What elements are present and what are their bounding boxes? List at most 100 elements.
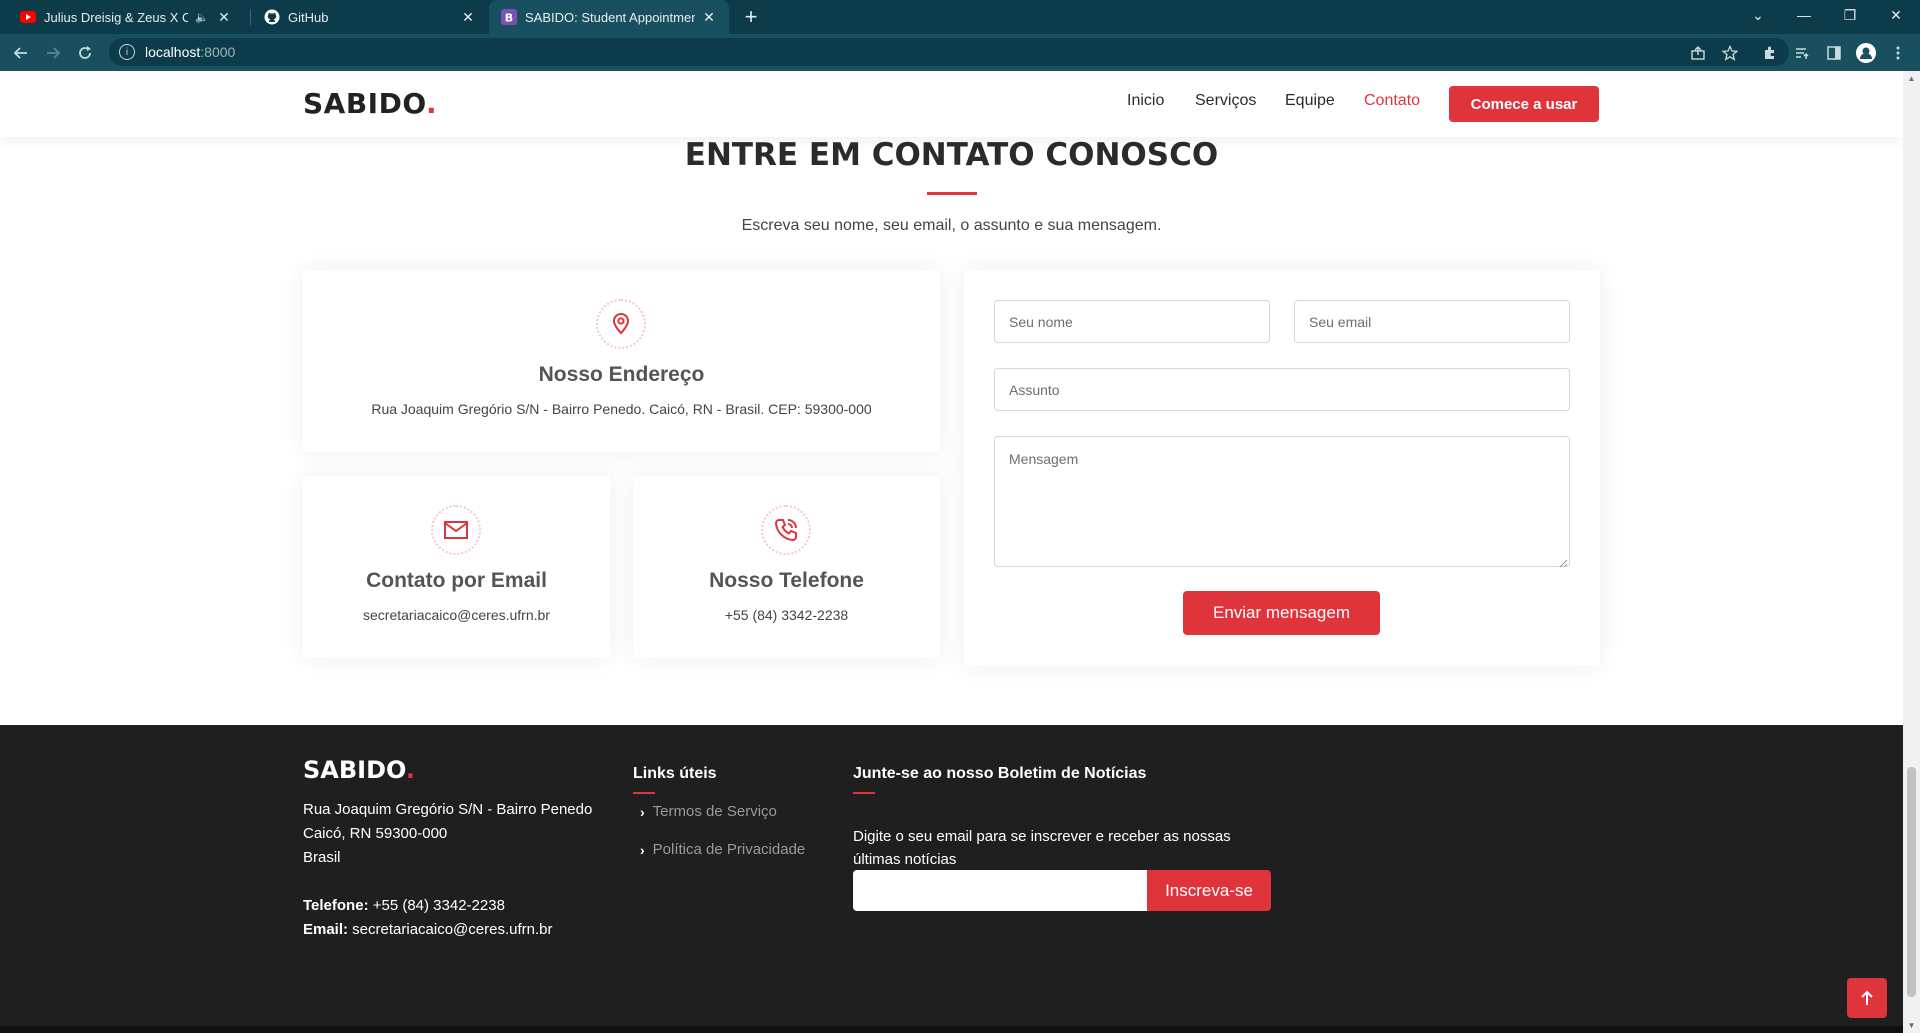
phone-title: Nosso Telefone <box>709 569 864 592</box>
address-title: Nosso Endereço <box>538 363 705 386</box>
phone-icon <box>761 505 811 555</box>
page-viewport: SABIDO. Inicio Serviços Equipe Contato C… <box>0 71 1903 1033</box>
restore-button[interactable]: ❐ <box>1827 0 1873 30</box>
reading-list-icon[interactable] <box>1788 39 1816 67</box>
subscribe-button[interactable]: Inscreva-se <box>1147 870 1271 911</box>
footer-link-label: Termos de Serviço <box>652 803 777 820</box>
footer-link-label: Política de Privacidade <box>652 841 806 858</box>
side-panel-icon[interactable] <box>1820 39 1848 67</box>
browser-tab-bar: Julius Dreisig & Zeus X Crona 🔈 ✕ GitHub… <box>0 0 1920 34</box>
browser-menu-icon[interactable] <box>1884 39 1912 67</box>
share-icon[interactable] <box>1684 39 1712 67</box>
address-card: Nosso Endereço Rua Joaquim Gregório S/N … <box>303 270 940 452</box>
scroll-up-arrow-icon[interactable]: ▲ <box>1907 74 1916 83</box>
new-tab-button[interactable]: + <box>737 3 765 31</box>
resize-handle-icon[interactable] <box>1558 555 1568 568</box>
logo-dot: . <box>426 87 438 120</box>
envelope-icon <box>431 505 481 555</box>
browser-tab-sabido[interactable]: B SABIDO: Student Appointment Bo ✕ <box>489 0 729 34</box>
tab-title: GitHub <box>288 9 329 25</box>
footer-email-value: secretariacaico@ceres.ufrn.br <box>348 921 553 938</box>
minimize-button[interactable]: — <box>1781 0 1827 30</box>
back-to-top-button[interactable] <box>1847 978 1887 1018</box>
footer-links-title: Links úteis <box>633 765 717 782</box>
close-tab-icon[interactable]: ✕ <box>460 9 476 25</box>
forward-icon[interactable] <box>39 39 67 67</box>
email-text[interactable]: secretariacaico@ceres.ufrn.br <box>303 607 610 623</box>
profile-avatar-icon[interactable] <box>1852 39 1880 67</box>
newsletter-text: Digite o seu email para se inscrever e r… <box>853 828 1231 868</box>
footer-email-label: Email: <box>303 921 349 938</box>
address-bar[interactable]: i localhost:8000 <box>109 38 1789 66</box>
footer-address-line-3: Brasil <box>303 849 341 866</box>
close-tab-icon[interactable]: ✕ <box>216 9 232 25</box>
footer-phone-label: Telefone: <box>303 897 369 914</box>
footer-link-privacy[interactable]: › Política de Privacidade <box>640 841 805 858</box>
email-title: Contato por Email <box>366 569 547 592</box>
browser-tab-github[interactable]: GitHub ✕ <box>252 0 488 34</box>
name-input[interactable]: Seu nome <box>994 300 1270 343</box>
newsletter-underline <box>853 792 875 794</box>
footer-address-line-2: Caicó, RN 59300-000 <box>303 825 448 842</box>
phone-text[interactable]: +55 (84) 3342-2238 <box>633 607 940 623</box>
footer-logo-dot: . <box>405 756 416 784</box>
scroll-down-arrow-icon[interactable]: ▼ <box>1907 1021 1916 1030</box>
site-footer: SABIDO. Rua Joaquim Gregório S/N - Bairr… <box>0 725 1903 1033</box>
scrollbar-thumb[interactable] <box>1907 767 1916 997</box>
chevron-right-icon: › <box>640 803 645 820</box>
extensions-icon[interactable] <box>1756 39 1784 67</box>
close-window-button[interactable]: ✕ <box>1873 0 1919 30</box>
tab-separator <box>250 9 251 25</box>
nav-item-inicio[interactable]: Inicio <box>1127 92 1164 110</box>
footer-logo[interactable]: SABIDO. <box>303 756 415 784</box>
footer-link-terms[interactable]: › Termos de Serviço <box>640 803 777 820</box>
svg-text:B: B <box>505 12 513 25</box>
tab-title: Julius Dreisig & Zeus X Crona <box>44 9 188 25</box>
youtube-icon <box>20 9 36 25</box>
nav-item-equipe[interactable]: Equipe <box>1285 92 1335 110</box>
site-info-icon[interactable]: i <box>119 44 135 60</box>
newsletter-email-input[interactable] <box>853 870 1147 911</box>
back-icon[interactable] <box>7 39 35 67</box>
contact-section-title: ENTRE EM CONTATO CONOSCO <box>684 137 1219 173</box>
reload-icon[interactable] <box>71 39 99 67</box>
page-scrollbar[interactable]: ▲ ▼ <box>1903 71 1920 1033</box>
contact-section-subtitle: Escreva seu nome, seu email, o assunto e… <box>741 217 1162 234</box>
close-tab-icon[interactable]: ✕ <box>701 9 717 25</box>
github-icon <box>264 9 280 25</box>
footer-bottom-bar <box>0 1026 1903 1033</box>
subject-input[interactable]: Assunto <box>994 368 1570 411</box>
url-host: localhost <box>145 44 201 60</box>
send-message-button[interactable]: Enviar mensagem <box>1183 591 1380 635</box>
footer-logo-text: SABIDO <box>303 756 406 784</box>
footer-links-underline <box>633 792 655 794</box>
tab-title: SABIDO: Student Appointment Bo <box>525 9 695 25</box>
map-pin-icon <box>596 299 646 349</box>
phone-card: Nosso Telefone +55 (84) 3342-2238 <box>633 476 940 658</box>
footer-address-line-1: Rua Joaquim Gregório S/N - Bairro Penedo <box>303 801 593 818</box>
site-logo[interactable]: SABIDO. <box>303 87 437 120</box>
bookmark-star-icon[interactable] <box>1716 39 1744 67</box>
browser-toolbar: i localhost:8000 <box>0 34 1920 71</box>
nav-item-servicos[interactable]: Serviços <box>1195 92 1256 110</box>
browser-tab-youtube[interactable]: Julius Dreisig & Zeus X Crona 🔈 ✕ <box>8 0 244 34</box>
title-divider <box>927 192 977 195</box>
address-text: Rua Joaquim Gregório S/N - Bairro Penedo… <box>371 401 872 417</box>
chevron-right-icon: › <box>640 841 645 858</box>
newsletter-title: Junte-se ao nosso Boletim de Notícias <box>853 765 1147 782</box>
arrow-up-icon <box>1861 990 1873 1005</box>
footer-email: Email: secretariacaico@ceres.ufrn.br <box>303 921 553 938</box>
bootstrap-icon: B <box>501 9 517 25</box>
message-textarea[interactable]: Mensagem <box>994 436 1570 567</box>
tab-search-icon[interactable]: ⌄ <box>1735 0 1781 30</box>
footer-phone: Telefone: +55 (84) 3342-2238 <box>303 897 505 914</box>
audio-icon[interactable]: 🔈 <box>194 9 210 25</box>
site-header: SABIDO. Inicio Serviços Equipe Contato C… <box>0 71 1903 137</box>
logo-text: SABIDO <box>303 87 427 120</box>
url-port: :8000 <box>200 44 236 60</box>
email-input[interactable]: Seu email <box>1294 300 1570 343</box>
nav-item-contato[interactable]: Contato <box>1364 92 1420 110</box>
get-started-button[interactable]: Comece a usar <box>1449 86 1599 122</box>
email-card: Contato por Email secretariacaico@ceres.… <box>303 476 610 658</box>
footer-phone-value: +55 (84) 3342-2238 <box>368 897 505 914</box>
